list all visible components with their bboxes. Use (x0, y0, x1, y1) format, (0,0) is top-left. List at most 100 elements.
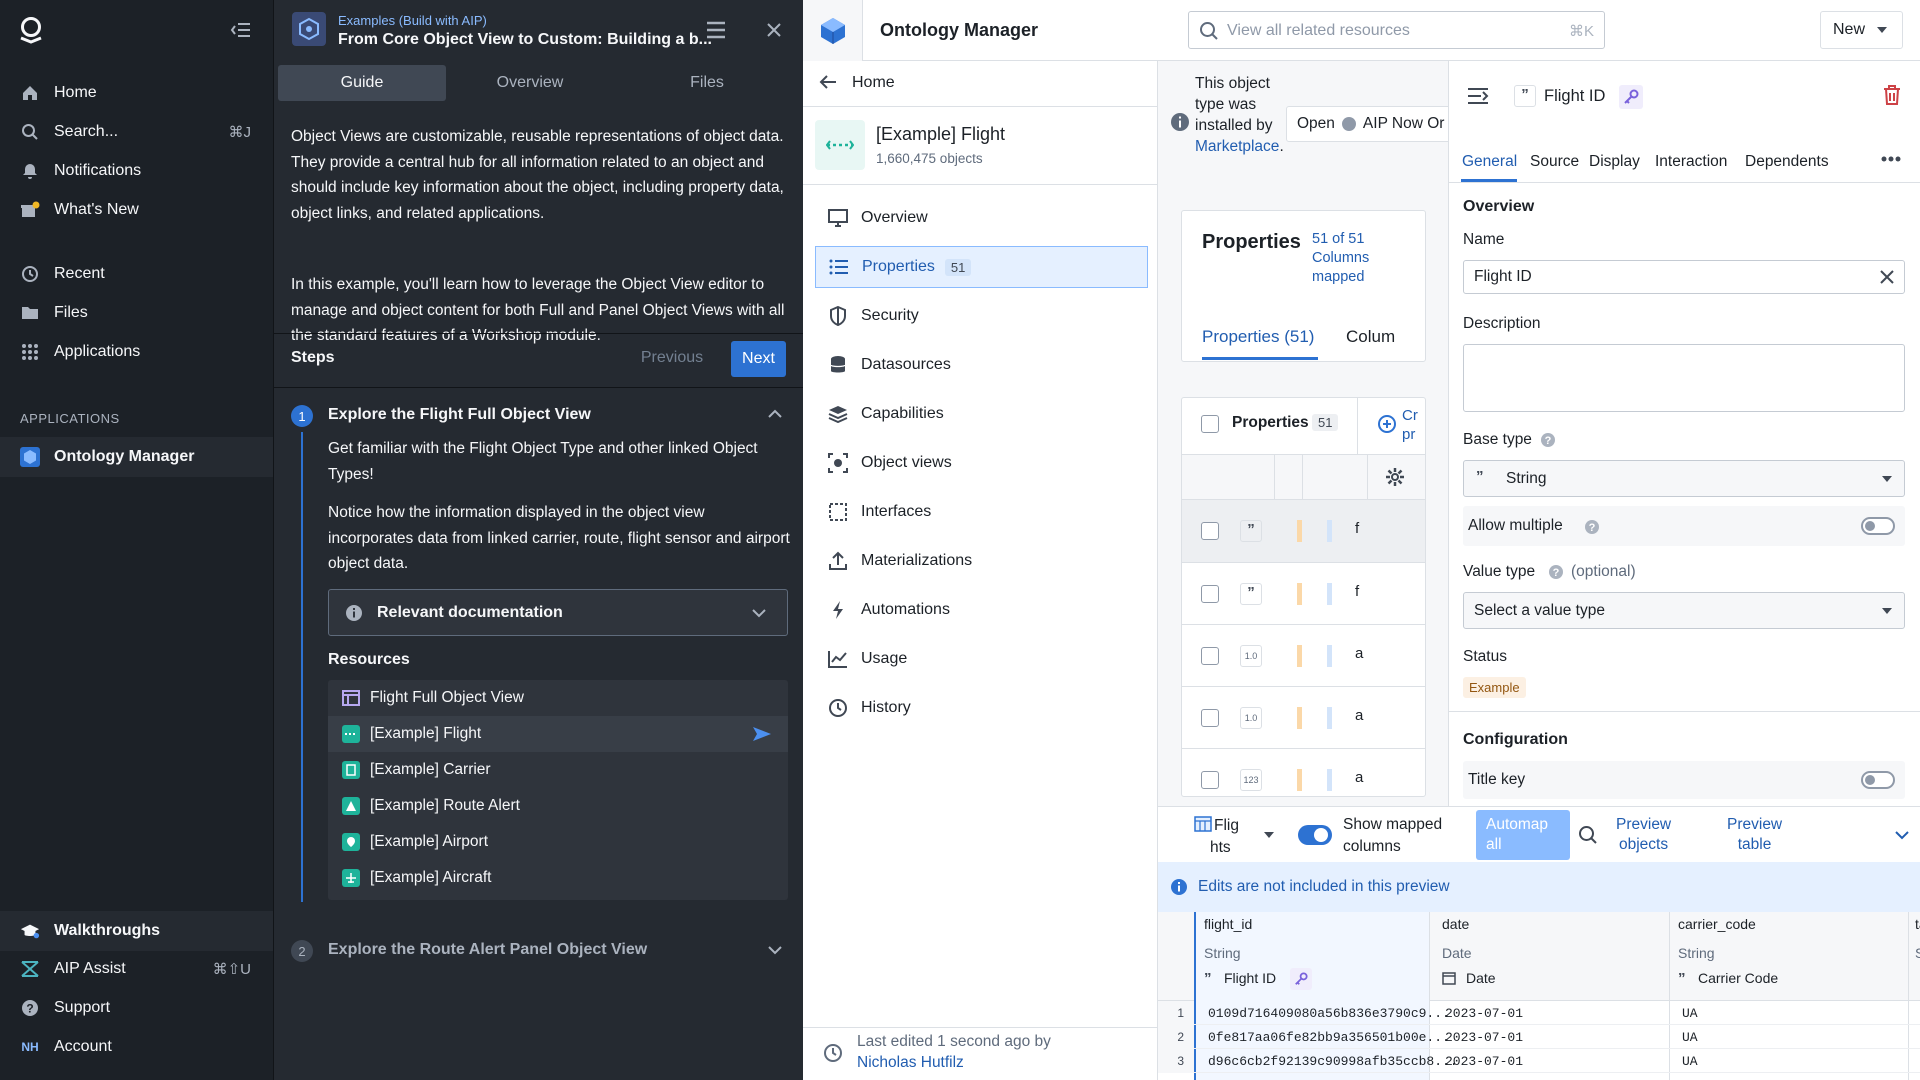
dataset-selector[interactable]: Flig hts (1210, 815, 1239, 859)
tab-display[interactable]: Display (1589, 153, 1640, 171)
sidebar-item-interfaces[interactable]: Interfaces (815, 491, 1148, 533)
help-icon[interactable]: ? (1540, 432, 1556, 448)
relevant-documentation-section[interactable]: Relevant documentation (328, 589, 788, 636)
clear-icon[interactable] (1880, 270, 1894, 284)
resource-item[interactable]: [Example] Carrier (328, 752, 788, 788)
nav-support[interactable]: ? Support (0, 989, 273, 1027)
nav-applications[interactable]: Applications (0, 333, 273, 371)
open-in-app-button[interactable]: Open AIP Now Or (1286, 106, 1448, 142)
row-checkbox[interactable] (1201, 709, 1219, 727)
list-item[interactable]: ” f (1182, 562, 1425, 624)
allow-multiple-toggle[interactable] (1861, 517, 1895, 535)
column-header-name[interactable]: ta (1915, 916, 1920, 932)
nav-home[interactable]: Home (0, 74, 273, 112)
show-mapped-toggle[interactable] (1298, 825, 1332, 845)
search-icon[interactable] (1578, 825, 1598, 845)
column-header-name[interactable]: carrier_code (1678, 916, 1756, 932)
chevron-up-icon[interactable] (768, 409, 782, 419)
close-guide-icon[interactable] (766, 22, 782, 38)
collapse-sidebar-icon[interactable] (230, 20, 252, 40)
column-header-name[interactable]: date (1442, 916, 1469, 932)
sidebar-item-usage[interactable]: Usage (815, 638, 1148, 680)
preview-table-button[interactable]: Preview table (1727, 815, 1782, 855)
gear-icon[interactable] (1385, 467, 1405, 487)
nav-walkthroughs[interactable]: Walkthroughs (0, 911, 273, 951)
sidebar-item-materializations[interactable]: Materializations (815, 540, 1148, 582)
previous-button[interactable]: Previous (641, 341, 703, 375)
sidebar-item-capabilities[interactable]: Capabilities (815, 393, 1148, 435)
nav-search[interactable]: Search... ⌘J (0, 113, 273, 151)
more-options-icon[interactable] (1881, 156, 1901, 162)
resource-item[interactable]: Flight Full Object View (328, 680, 788, 716)
resource-item[interactable]: [Example] Airport (328, 824, 788, 860)
trash-icon[interactable] (1883, 85, 1901, 105)
automap-all-button[interactable]: Automap all (1476, 810, 1570, 860)
help-icon[interactable]: ? (1584, 519, 1600, 535)
table-row[interactable]: 2 0fe817aa06fe82bb9a356501b00e... 2023-0… (1158, 1025, 1920, 1049)
column-header-name[interactable]: flight_id (1204, 916, 1252, 932)
select-all-checkbox[interactable] (1201, 415, 1219, 433)
last-edited-by-link[interactable]: Nicholas Hutfilz (857, 1054, 964, 1072)
sidebar-item-overview[interactable]: Overview (815, 197, 1148, 239)
chevron-down-icon[interactable] (768, 945, 782, 955)
list-item[interactable]: ” f (1182, 500, 1425, 562)
tab-source[interactable]: Source (1530, 153, 1579, 171)
tab-guide[interactable]: Guide (278, 65, 446, 101)
chevron-down-icon[interactable] (1895, 830, 1909, 840)
nav-files[interactable]: Files (0, 294, 273, 332)
list-item[interactable]: 123 a (1182, 748, 1425, 796)
row-checkbox[interactable] (1201, 771, 1219, 789)
create-property-button[interactable]: Cr pr (1402, 406, 1418, 444)
description-textarea[interactable] (1463, 344, 1905, 412)
nav-ontology-manager[interactable]: Ontology Manager (0, 437, 273, 477)
preview-objects-button[interactable]: Preview objects (1616, 815, 1671, 855)
resource-item[interactable]: [Example] Flight (328, 716, 788, 752)
step-2-title[interactable]: Explore the Route Alert Panel Object Vie… (328, 941, 647, 959)
nav-notifications[interactable]: Notifications (0, 152, 273, 190)
list-item[interactable]: 1.0 a (1182, 686, 1425, 748)
search-input[interactable]: View all related resources ⌘K (1188, 11, 1605, 49)
title-key-toggle[interactable] (1861, 771, 1895, 789)
collapse-panel-icon[interactable] (1467, 87, 1489, 105)
nav-recent[interactable]: Recent (0, 255, 273, 293)
row-checkbox[interactable] (1201, 522, 1219, 540)
next-button[interactable]: Next (731, 341, 786, 377)
new-button[interactable]: New (1820, 11, 1903, 49)
base-type-select[interactable]: ” String (1463, 460, 1905, 497)
name-input[interactable]: Flight ID (1463, 260, 1905, 294)
table-row[interactable]: 3 d96c6cb2f92139c90998afb35ccb8... 2023-… (1158, 1049, 1920, 1073)
sidebar-item-datasources[interactable]: Datasources (815, 344, 1148, 386)
table-row[interactable]: 1 0109d716409080a56b836e3790c9... 2023-0… (1158, 1001, 1920, 1025)
add-circle-icon[interactable] (1377, 414, 1397, 434)
nav-whats-new[interactable]: What's New (0, 191, 273, 229)
ontology-cube-icon[interactable] (803, 0, 863, 61)
tab-general[interactable]: General (1462, 153, 1517, 171)
caret-down-icon[interactable] (1264, 832, 1274, 838)
tab-overview[interactable]: Overview (446, 65, 614, 101)
back-arrow-icon[interactable] (819, 74, 837, 90)
marketplace-link[interactable]: Marketplace (1195, 138, 1279, 155)
resource-item[interactable]: [Example] Route Alert (328, 788, 788, 824)
tab-dependents[interactable]: Dependents (1745, 153, 1829, 171)
sidebar-item-security[interactable]: Security (815, 295, 1148, 337)
sidebar-item-history[interactable]: History (815, 687, 1148, 729)
sidebar-item-automations[interactable]: Automations (815, 589, 1148, 631)
guide-breadcrumb[interactable]: Examples (Build with AIP) (338, 13, 487, 28)
help-icon[interactable]: ? (1548, 564, 1564, 580)
menu-icon[interactable] (706, 21, 726, 39)
row-checkbox[interactable] (1201, 585, 1219, 603)
tab-interaction[interactable]: Interaction (1655, 153, 1727, 171)
tab-files[interactable]: Files (614, 65, 800, 101)
send-arrow-icon[interactable] (752, 726, 772, 742)
resource-item[interactable]: [Example] Aircraft (328, 860, 788, 896)
step-1-title[interactable]: Explore the Flight Full Object View (328, 406, 591, 424)
row-checkbox[interactable] (1201, 647, 1219, 665)
home-link[interactable]: Home (852, 74, 895, 92)
tab-columns[interactable]: Colum (1346, 327, 1395, 347)
value-type-select[interactable]: Select a value type (1463, 592, 1905, 629)
list-item[interactable]: 1.0 a (1182, 624, 1425, 686)
tab-properties[interactable]: Properties (51) (1202, 327, 1314, 347)
sidebar-item-properties[interactable]: Properties 51 (815, 246, 1148, 288)
nav-account[interactable]: NH Account (0, 1028, 273, 1066)
columns-mapped-link[interactable]: 51 of 51 Columns mapped (1312, 230, 1369, 287)
